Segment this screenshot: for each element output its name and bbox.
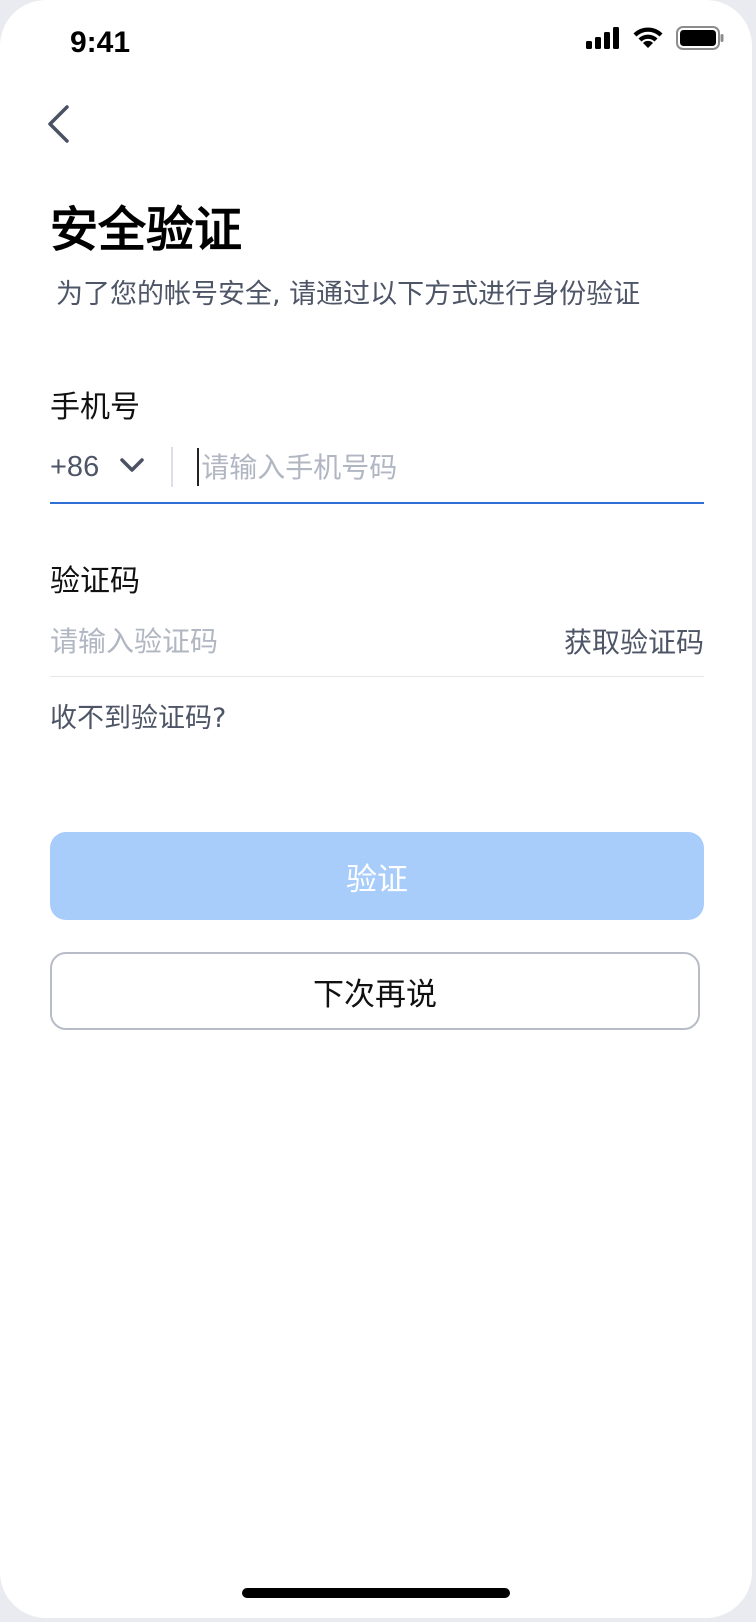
verify-button[interactable]: 验证	[50, 832, 704, 920]
later-button[interactable]: 下次再说	[50, 952, 700, 1030]
get-code-button[interactable]: 获取验证码	[564, 621, 704, 661]
country-code-selector[interactable]: +86	[50, 451, 171, 484]
phone-number-input[interactable]	[201, 450, 642, 484]
chevron-down-icon	[119, 457, 145, 477]
verification-code-input[interactable]	[50, 624, 470, 658]
page-title: 安全验证	[50, 202, 243, 258]
country-code-divider	[171, 447, 174, 487]
status-icons	[586, 26, 724, 54]
country-code-text: +86	[50, 450, 100, 483]
signal-icon	[586, 27, 620, 53]
page-subtitle: 为了您的帐号安全, 请通过以下方式进行身份验证	[56, 279, 641, 310]
battery-icon	[676, 26, 724, 54]
no-code-link[interactable]: 收不到验证码?	[50, 696, 226, 735]
status-time: 9:41	[70, 26, 131, 59]
phone-label: 手机号	[50, 390, 140, 425]
back-button[interactable]	[36, 98, 80, 154]
wifi-icon	[632, 26, 664, 54]
phone-screen: 9:41 安全验证 为了您的帐号安全, 请通过以下方式进行身份验证 手机号 +8…	[0, 0, 752, 1618]
phone-input-row: +86	[50, 432, 704, 504]
code-input-row: 获取验证码	[50, 606, 704, 677]
text-caret	[197, 448, 200, 486]
home-indicator	[242, 1588, 510, 1598]
chevron-left-icon	[45, 104, 71, 148]
code-label: 验证码	[50, 564, 140, 599]
